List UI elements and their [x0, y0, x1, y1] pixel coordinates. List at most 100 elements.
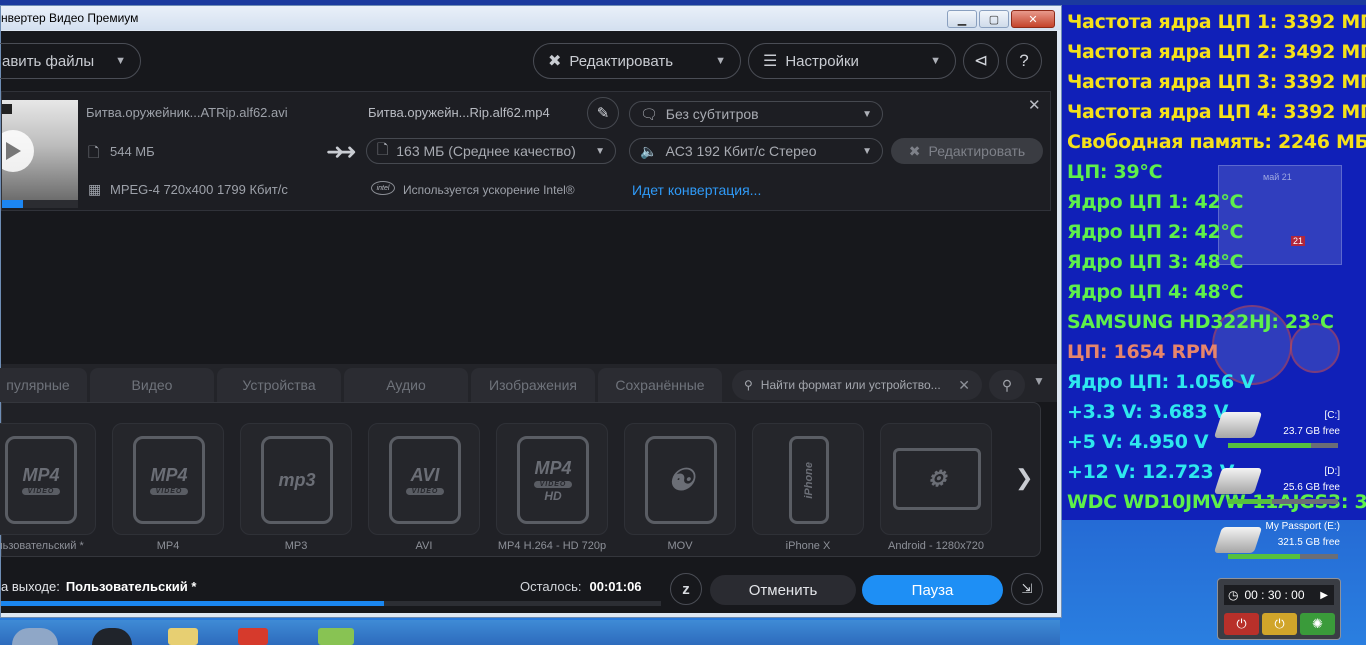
chevron-right-icon[interactable]: ❯ [1015, 465, 1033, 491]
output-filename: Битва.оружейн...Rip.alf62.mp4 [368, 105, 550, 120]
tab-label: Устройства [242, 377, 316, 393]
help-button[interactable]: ? [1006, 43, 1042, 79]
hard-drive-icon [1213, 412, 1263, 438]
quicktime-icon: ☯ [645, 436, 717, 524]
audio-value: AC3 192 Кбит/с Стерео [665, 143, 817, 159]
sensor-reading: +5 V: 4.950 V [1067, 431, 1209, 453]
drive-label: [C:] [1324, 410, 1340, 421]
tab-popular[interactable]: пулярные [0, 368, 87, 402]
format-label: льзовательский * [0, 540, 84, 552]
chevron-down-icon: ▼ [115, 55, 126, 67]
tools-icon: ✖ [908, 142, 921, 159]
audio-dropdown[interactable]: 🔈 AC3 192 Кбит/с Стерео ▼ [629, 138, 883, 164]
share-button[interactable]: ⊲ [963, 43, 999, 79]
format-card-mp4-hd[interactable]: MP4 VIDEO HD [496, 423, 608, 535]
sensor-reading: Частота ядра ЦП 1: 3392 МГц [1067, 11, 1366, 33]
drive-gadget-d[interactable]: [D:] 25.6 GB free [1213, 466, 1346, 510]
sensor-reading: Свободная память: 2246 МБ [1067, 131, 1366, 153]
tab-saved[interactable]: Сохранённые [598, 368, 722, 402]
edit-file-button[interactable]: ✖ Редактировать [891, 138, 1043, 164]
tab-audio[interactable]: Аудио [344, 368, 468, 402]
format-label: MP3 [284, 540, 308, 552]
standby-button[interactable]: ⏻ [1262, 613, 1297, 635]
avi-icon: AVI VIDEO [389, 436, 461, 524]
format-card-avi[interactable]: AVI VIDEO [368, 423, 480, 535]
minimize-button[interactable]: ▁ [947, 10, 977, 28]
add-files-button[interactable]: авить файлы ▼ [0, 43, 141, 79]
taskbar-folder-icon[interactable] [168, 628, 198, 645]
open-folder-button[interactable]: ⇲ [1011, 573, 1043, 605]
calendar-gadget: май 21 21 [1218, 165, 1342, 265]
film-icon: ▦ [88, 181, 102, 197]
mp4-icon: MP4 VIDEO [5, 436, 77, 524]
format-search-input[interactable]: ⚲ Найти формат или устройство... ✕ [732, 370, 982, 400]
sensor-reading: ЦП: 39°C [1067, 161, 1163, 183]
format-card-custom[interactable]: MP4 VIDEO [0, 423, 96, 535]
window-title: нвертер Видео Премиум [1, 11, 139, 25]
format-label: MOV [667, 540, 693, 552]
format-card-mp4[interactable]: MP4 VIDEO [112, 423, 224, 535]
source-filename: Битва.оружейник...ATRip.alf62.avi [86, 105, 288, 120]
subtitles-dropdown[interactable]: 🗨 Без субтитров ▼ [629, 101, 883, 127]
device-search-icon: ⚲ [1001, 376, 1013, 393]
taskbar-pdf-icon[interactable] [238, 628, 268, 645]
share-icon: ⊲ [973, 51, 989, 70]
clear-search-icon[interactable]: ✕ [958, 377, 970, 394]
speaker-icon: 🔈 [640, 142, 658, 159]
sensor-reading: Ядро ЦП: 1.056 V [1067, 371, 1255, 393]
edit-dropdown-button[interactable]: ✖ Редактировать ▼ [533, 43, 741, 79]
format-card-mp3[interactable]: mp3 [240, 423, 352, 535]
play-icon[interactable]: ▶ [1320, 590, 1328, 601]
pencil-icon: ✎ [596, 105, 610, 122]
tab-devices[interactable]: Устройства [217, 368, 341, 402]
drive-usage-bar [1228, 554, 1338, 559]
taskbar-app-icon-5[interactable] [318, 628, 354, 645]
mp4-hd-icon: MP4 VIDEO HD [517, 436, 589, 524]
restart-button[interactable]: ✺ [1300, 613, 1335, 635]
format-grid: MP4 VIDEO льзовательский * MP4 VIDEO MP4 m… [0, 402, 1041, 557]
drive-gadget-c[interactable]: [C:] 23.7 GB free [1213, 410, 1346, 454]
format-card-mov[interactable]: ☯ [624, 423, 736, 535]
taskbar-app-icon-1[interactable] [12, 628, 58, 645]
search-placeholder: Найти формат или устройство... [760, 378, 941, 392]
collapse-panel-icon[interactable]: ▼ [1033, 374, 1045, 388]
file-item[interactable]: Битва.оружейник...ATRip.alf62.avi 🗋 544 … [1, 91, 1051, 211]
pause-button[interactable]: Пауза [862, 575, 1003, 605]
timer-display: ◷ 00 : 30 : 00 ▶ [1224, 585, 1334, 605]
shutdown-button[interactable]: ⏻ [1224, 613, 1259, 635]
sleep-after-button[interactable]: z [670, 573, 702, 605]
android-icon: ⚙ [893, 448, 981, 510]
sensor-reading: Ядро ЦП 2: 42°C [1067, 221, 1244, 243]
output-format-value[interactable]: Пользовательский * [66, 579, 197, 594]
hard-drive-icon [1213, 468, 1263, 494]
remove-file-icon[interactable]: ✕ [1028, 96, 1041, 114]
tab-video[interactable]: Видео [90, 368, 214, 402]
settings-dropdown-button[interactable]: ☰ Настройки ▼ [748, 43, 956, 79]
thumbnail-progress [2, 200, 78, 208]
output-format: а выходе: Пользовательский * [1, 579, 196, 594]
drive-free: 23.7 GB free [1283, 426, 1340, 437]
format-card-iphone[interactable]: iPhone [752, 423, 864, 535]
device-detect-button[interactable]: ⚲ [989, 370, 1025, 400]
format-label: MP4 [156, 540, 180, 552]
maximize-button[interactable]: ▢ [979, 10, 1009, 28]
video-thumbnail[interactable] [2, 100, 78, 208]
cancel-button[interactable]: Отменить [710, 575, 856, 605]
drive-gadget-e[interactable]: My Passport (E:) 321.5 GB free [1213, 521, 1346, 565]
edit-label: Редактировать [569, 52, 674, 70]
format-label: AVI [415, 540, 433, 552]
output-size-dropdown[interactable]: 🗋 163 МБ (Среднее качество) ▼ [366, 138, 616, 164]
tab-images[interactable]: Изображения [471, 368, 595, 402]
conversion-status: Идет конвертация... [632, 182, 762, 198]
source-codec: MPEG-4 720x400 1799 Кбит/с [110, 182, 288, 197]
close-button[interactable]: ✕ [1011, 10, 1055, 28]
rename-button[interactable]: ✎ [587, 97, 619, 129]
output-format-prefix: а выходе: [1, 579, 60, 594]
chevron-down-icon: ▼ [862, 108, 872, 120]
sensor-reading: +12 V: 12.723 V [1067, 461, 1235, 483]
chevron-down-icon: ▼ [715, 55, 726, 67]
drive-label: My Passport (E:) [1265, 521, 1340, 532]
drive-usage-bar [1228, 443, 1338, 448]
edit-file-label: Редактировать [928, 143, 1026, 159]
format-card-android[interactable]: ⚙ [880, 423, 992, 535]
